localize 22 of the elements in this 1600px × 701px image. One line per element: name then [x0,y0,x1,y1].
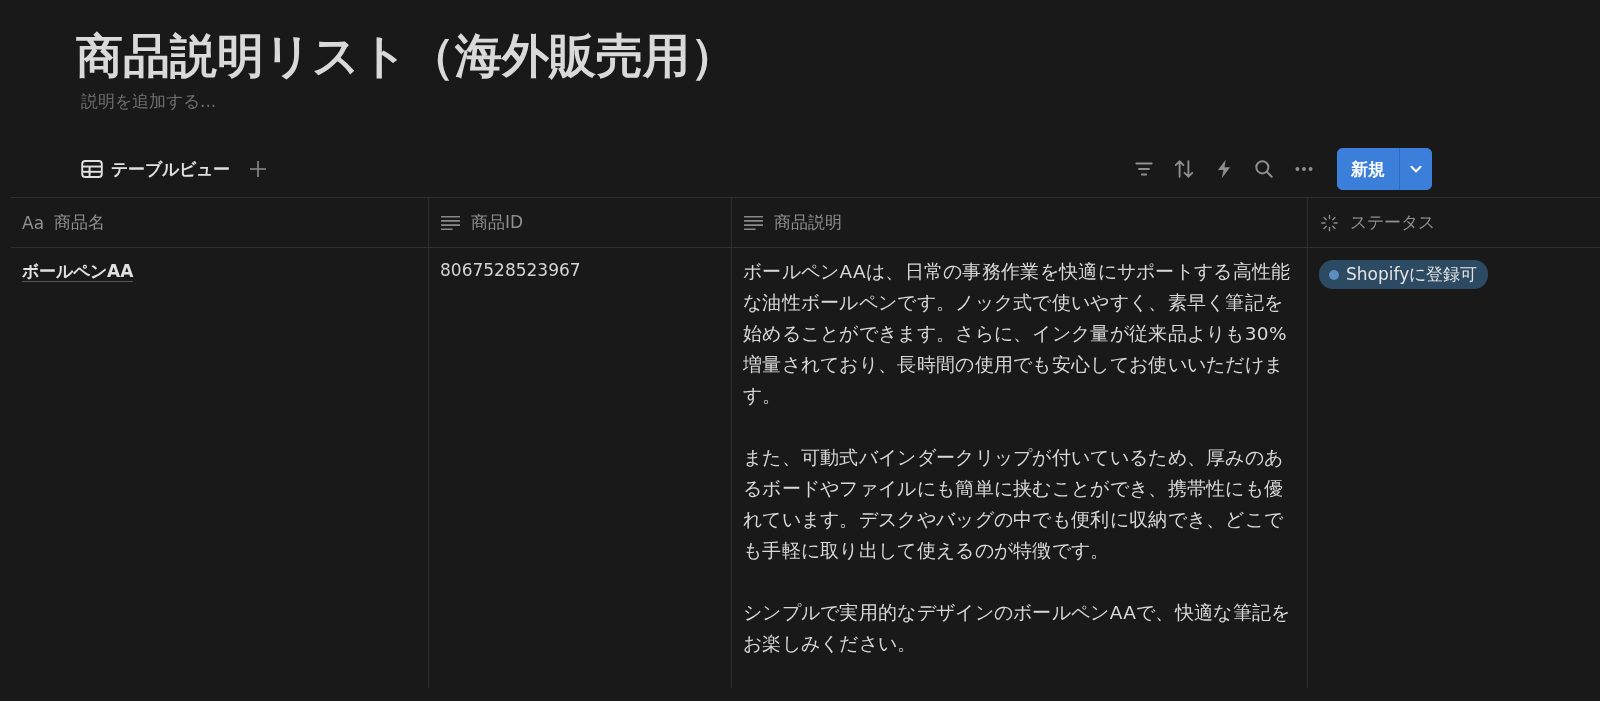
description-paragraph: シンプルで実用的なデザインのボールペンAAで、快適な筆記をお楽しみください。 [743,601,1292,656]
description-paragraph: また、可動式バインダークリップが付いているため、厚みのあるボードやファイルにも簡単に挟むことができ、携帯性にも優れています。デスクやバッグの中でも便利に収納でき、どこでも手軽に取り出して使えるのが特徴です。 [743,446,1285,563]
description-paragraph: ボールペンAAは、日常の事務作業を快適にサポートする高性能な油性ボールペンです。ノック式で使いやすく、素早く筆記を始めることができます。さらに、インク量が従来品よりも30%増量されており、長時間の使用でも安心してお使いいただけます。 [743,260,1292,408]
text-lines-icon [743,213,764,232]
column-header[interactable]: 商品ID [429,198,732,247]
table-icon [81,159,103,179]
column-header[interactable]: ステータス [1308,198,1600,247]
description-field[interactable]: 説明を追加する... [81,90,217,113]
table-cell: 8067528523967 [440,260,581,280]
status-tag: Shopifyに登録可 [1319,260,1489,289]
new-button[interactable]: 新規 [1337,148,1400,190]
product-name-link[interactable]: ボールペンAA [22,261,134,282]
text-lines-icon [440,213,461,232]
sort-icon[interactable] [1173,158,1195,180]
title-type-icon: Aa [22,212,45,233]
search-icon[interactable] [1253,158,1275,180]
page-title: 商品説明リスト（海外販売用） [76,28,737,84]
view-tab[interactable]: テーブルビュー [81,157,230,181]
status-icon [1319,213,1340,232]
column-header[interactable]: 商品説明 [732,198,1308,247]
add-view-icon[interactable] [248,159,268,179]
column-header[interactable]: Aa 商品名 [11,198,429,247]
